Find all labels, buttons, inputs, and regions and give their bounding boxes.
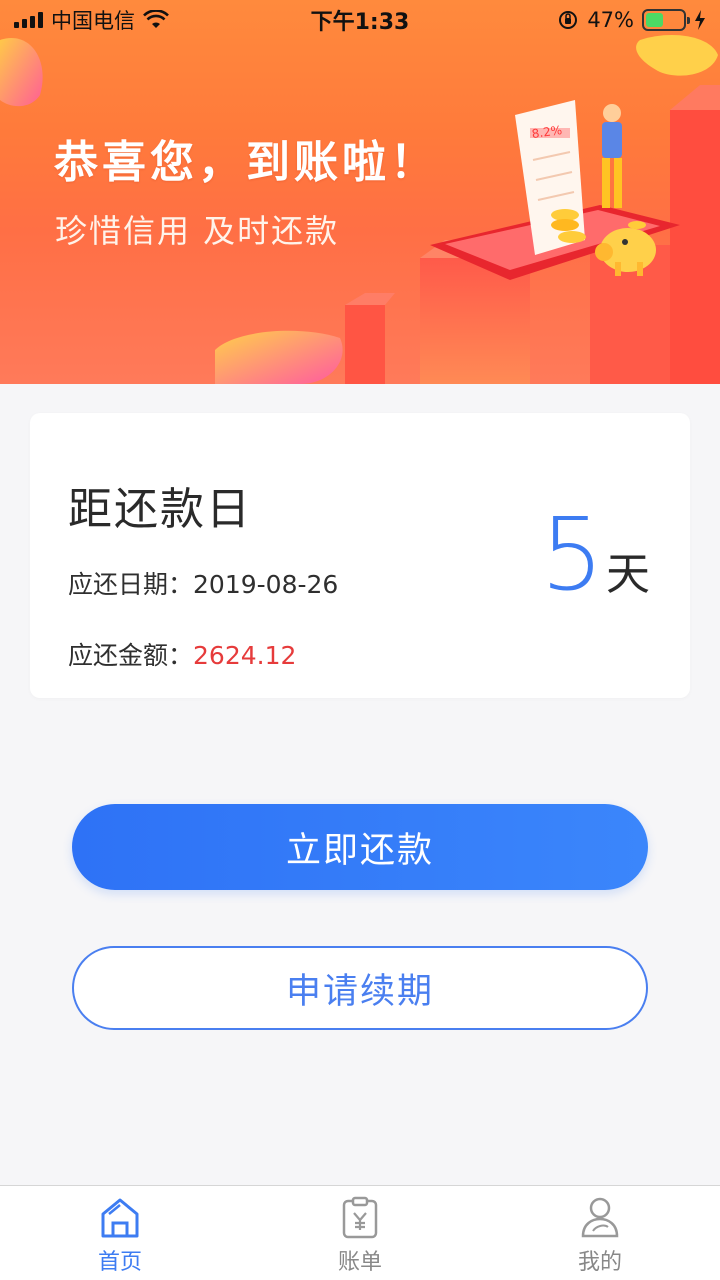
app-screen: 8.2% 中国电信 下午1:33 47% 恭喜您，到账啦！ 珍惜信用 及时还款 … — [0, 0, 720, 1280]
wifi-icon — [143, 10, 169, 28]
amount-label: 应还金额： — [68, 641, 194, 670]
charging-icon — [695, 10, 705, 30]
amount-value: 2624.12 — [193, 641, 297, 670]
card-title: 距还款日 — [68, 484, 252, 535]
tab-home[interactable]: 首页 — [0, 1186, 240, 1280]
carrier-name: 中国电信 — [51, 9, 135, 33]
tab-profile-label: 我的 — [577, 1250, 622, 1275]
banner-title: 恭喜您，到账啦！ — [54, 137, 438, 188]
profile-icon — [581, 1197, 619, 1238]
promo-banner: 8.2% 中国电信 下午1:33 47% 恭喜您，到账啦！ 珍惜信用 及时还款 — [0, 0, 720, 384]
tab-profile[interactable]: 我的 — [480, 1186, 720, 1280]
status-bar: 中国电信 下午1:33 47% — [0, 0, 720, 40]
battery-icon — [642, 9, 690, 31]
days-left-number: 5 — [540, 496, 604, 613]
days-unit: 天 — [606, 549, 650, 600]
tab-home-label: 首页 — [97, 1250, 142, 1275]
status-right: 47% — [557, 8, 706, 32]
banner-subtitle: 珍惜信用 及时还款 — [55, 212, 340, 250]
tab-bill[interactable]: 账单 — [240, 1186, 480, 1280]
due-date-row: 应还日期：2019-08-26 — [68, 565, 338, 601]
signal-icon — [14, 12, 43, 28]
battery-percent: 47% — [587, 8, 634, 32]
tab-bill-label: 账单 — [337, 1250, 382, 1275]
days-countdown: 5 天 — [540, 505, 650, 605]
home-icon — [101, 1198, 139, 1238]
orientation-lock-icon — [559, 11, 578, 29]
amount-row: 应还金额：2624.12 — [68, 636, 296, 672]
repayment-card: 距还款日 应还日期：2019-08-26 应还金额：2624.12 5 天 — [30, 413, 690, 698]
bill-icon — [342, 1196, 378, 1239]
repay-now-button[interactable]: 立即还款 — [72, 804, 648, 890]
due-date-value: 2019-08-26 — [193, 570, 339, 599]
apply-extension-button[interactable]: 申请续期 — [72, 946, 648, 1030]
bottom-tab-bar: 首页 账单 我的 — [0, 1185, 720, 1280]
due-date-label: 应还日期： — [68, 570, 194, 599]
status-left: 中国电信 — [14, 5, 169, 35]
banner-illustration: 8.2% — [0, 35, 720, 384]
